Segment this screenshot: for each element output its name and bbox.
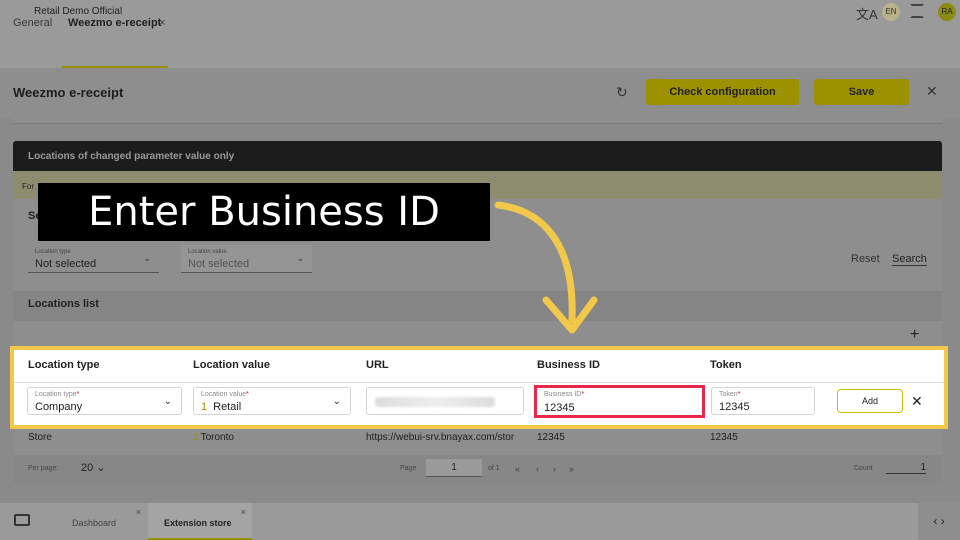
page-title: Weezmo e-receipt <box>13 85 124 100</box>
add-row-plus-icon[interactable]: + <box>910 326 919 344</box>
page-label: Page <box>400 465 417 472</box>
section-title: Locations of changed parameter value onl… <box>28 151 235 162</box>
tab-close-icon[interactable]: × <box>159 17 165 29</box>
location-type-field-label: Location type* <box>35 391 80 398</box>
row-url: https://webui-srv.bnayax.com/stor <box>366 432 515 443</box>
annotation-arrow-icon <box>494 201 598 334</box>
location-value-filter-label: Location value <box>188 249 227 255</box>
token-label-text: Token <box>719 391 738 398</box>
business-id-field-label: Business ID* <box>544 391 585 398</box>
chevron-down-icon: ⌄ <box>296 253 304 263</box>
search-button[interactable]: Search <box>892 253 927 266</box>
close-icon[interactable]: ✕ <box>926 83 938 100</box>
location-type-select[interactable]: Location type* Company ⌄ <box>27 387 182 415</box>
location-value-filter-value: Not selected <box>188 258 250 270</box>
column-header-business-id: Business ID <box>537 359 600 371</box>
reset-button[interactable]: Reset <box>851 253 880 265</box>
blurred-url-value <box>375 397 495 407</box>
per-page-value: 20 <box>81 462 94 474</box>
window-icon[interactable] <box>14 514 30 526</box>
note-text: For <box>22 182 34 191</box>
taskbar-tab-label: Dashboard <box>72 518 117 528</box>
page-input[interactable]: 1 <box>426 459 482 477</box>
location-value-label-text: Location value <box>201 391 247 398</box>
tabs-row <box>0 24 960 68</box>
count-label: Count <box>854 465 873 472</box>
tab-weezmo-e-receipt[interactable]: Weezmo e-receipt <box>68 17 161 29</box>
first-page-icon[interactable]: « <box>515 464 520 474</box>
chevron-down-icon: ⌄ <box>163 396 172 407</box>
chevron-down-icon: ⌄ <box>96 462 106 474</box>
translate-icon[interactable]: 文A <box>856 4 878 23</box>
column-header-location-type: Location type <box>28 359 100 371</box>
tab-general[interactable]: General <box>13 17 52 29</box>
next-page-icon[interactable]: › <box>553 464 556 474</box>
save-button[interactable]: Save <box>814 79 909 105</box>
app-title: Retail Demo Official <box>34 6 123 17</box>
count-value: 1 <box>886 462 926 474</box>
annotation-text: Enter Business ID <box>88 189 440 235</box>
location-type-label-text: Location type <box>35 391 77 398</box>
business-id-label-text: Business ID <box>544 391 582 398</box>
close-icon[interactable]: × <box>241 507 246 517</box>
row-close-icon[interactable]: ✕ <box>911 393 923 410</box>
location-value-field-label: Location value* <box>201 391 249 398</box>
locations-list-header <box>13 291 942 321</box>
column-header-url: URL <box>366 359 389 371</box>
panel-divider <box>13 110 942 124</box>
location-value-select[interactable]: Location value* 1 Retail ⌄ <box>193 387 351 415</box>
business-id-input[interactable]: Business ID* 12345 <box>534 385 705 418</box>
location-value-number: 1 <box>201 401 208 413</box>
location-type-filter[interactable]: Location type Not selected ⌄ <box>28 245 159 273</box>
fullscreen-icon[interactable] <box>910 4 924 18</box>
column-header-location-value: Location value <box>193 359 271 371</box>
taskbar-tab-extension-store[interactable]: Extension store × <box>148 503 252 540</box>
language-badge[interactable]: EN <box>882 3 900 21</box>
row-location-number: 1 <box>193 432 199 443</box>
close-icon[interactable]: × <box>136 507 141 517</box>
row-location-value: 1 Toronto <box>193 432 234 443</box>
add-button[interactable]: Add <box>837 389 903 413</box>
taskbar-tab-label: Extension store <box>164 518 232 528</box>
chevron-down-icon: ⌄ <box>143 253 151 263</box>
url-input[interactable] <box>366 387 524 415</box>
check-configuration-button[interactable]: Check configuration <box>646 79 799 105</box>
location-type-filter-label: Location type <box>35 249 71 255</box>
location-value-text: Retail <box>213 401 242 413</box>
taskbar-tab-dashboard[interactable]: Dashboard × <box>55 503 147 540</box>
token-input-value: 12345 <box>719 401 750 413</box>
chevron-down-icon: ⌄ <box>332 396 341 407</box>
location-value-select-value: 1 Retail <box>201 401 241 413</box>
column-header-token: Token <box>710 359 742 371</box>
row-business-id: 12345 <box>537 432 565 443</box>
prev-page-icon[interactable]: ‹ <box>536 464 539 474</box>
user-avatar[interactable]: RA <box>938 3 956 21</box>
per-page-label: Per page: <box>28 465 59 472</box>
taskbar-nav-arrows-icon[interactable]: ‹ › <box>918 503 960 540</box>
row-location-value-text: Toronto <box>200 432 234 443</box>
row-location-type: Store <box>28 432 52 443</box>
row-token: 12345 <box>710 432 738 443</box>
per-page-select[interactable]: 20 ⌄ <box>81 461 106 474</box>
token-input[interactable]: Token* 12345 <box>711 387 815 415</box>
last-page-icon[interactable]: » <box>569 464 574 474</box>
location-value-filter[interactable]: Location value Not selected ⌄ <box>181 245 312 273</box>
refresh-icon[interactable]: ↻ <box>616 84 628 101</box>
location-type-select-value: Company <box>35 401 83 413</box>
location-type-filter-value: Not selected <box>35 258 97 270</box>
page-of-label: of 1 <box>488 465 500 472</box>
locations-list-title: Locations list <box>28 298 99 310</box>
token-field-label: Token* <box>719 391 741 398</box>
header-divider <box>14 382 944 383</box>
business-id-input-value: 12345 <box>544 402 575 414</box>
